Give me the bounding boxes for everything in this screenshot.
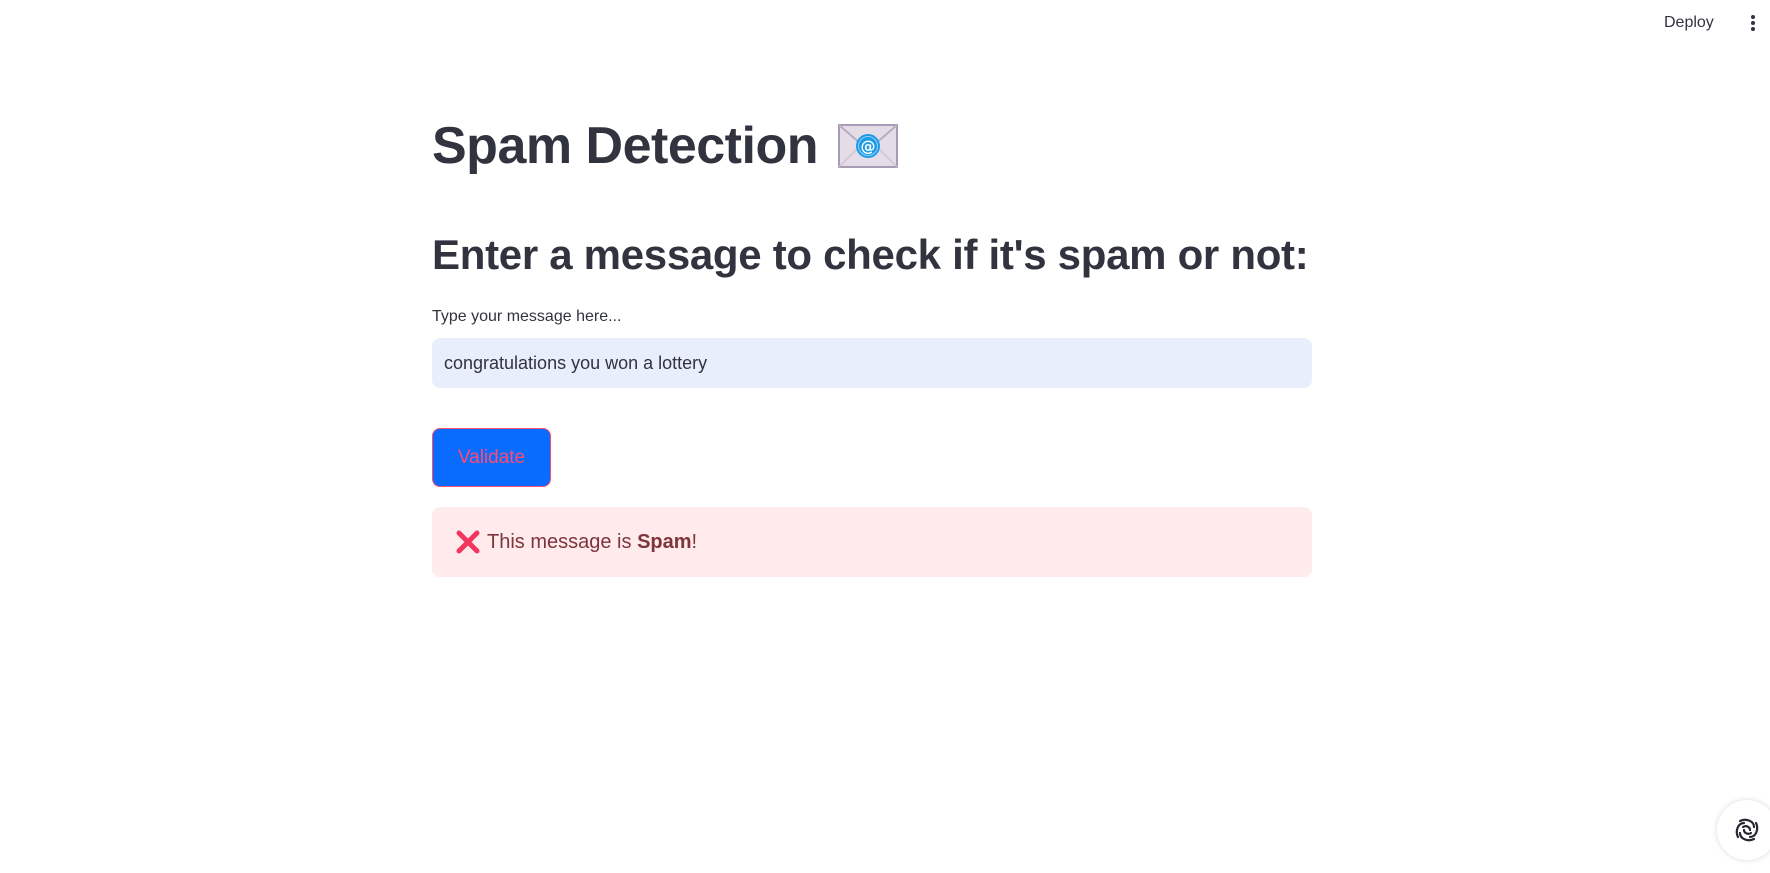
result-verdict: Spam	[637, 530, 692, 553]
message-input[interactable]	[432, 338, 1312, 388]
validate-button[interactable]: Validate	[432, 428, 551, 487]
title-row: Spam Detection @	[432, 120, 898, 172]
streamlit-status-icon[interactable]	[1717, 800, 1770, 860]
more-vertical-icon[interactable]	[1744, 12, 1762, 34]
result-alert: This message is Spam!	[432, 507, 1312, 577]
deploy-button[interactable]: Deploy	[1654, 10, 1724, 36]
svg-text:@: @	[860, 138, 875, 156]
page-title: Spam Detection	[432, 117, 818, 175]
menu-dot	[1751, 27, 1755, 31]
result-suffix: !	[691, 530, 698, 553]
cross-mark-icon	[455, 529, 481, 555]
menu-dot	[1751, 21, 1755, 25]
envelope-with-at-icon: @	[837, 124, 898, 168]
top-bar: Deploy	[0, 0, 1770, 46]
message-input-label: Type your message here...	[432, 308, 622, 325]
result-message: This message is Spam!	[487, 531, 697, 554]
menu-dot	[1751, 15, 1755, 19]
result-prefix: This message is	[487, 530, 638, 553]
subheading: Enter a message to check if it's spam or…	[432, 231, 1309, 278]
